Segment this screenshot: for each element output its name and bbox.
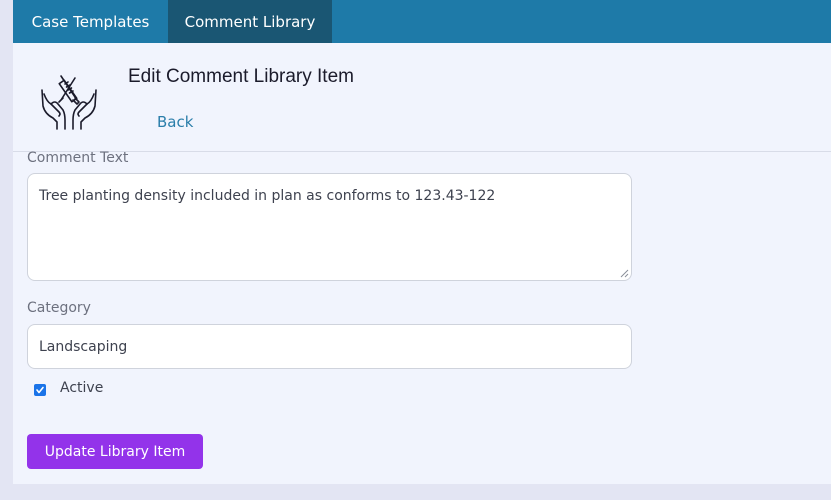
- header-divider: [13, 151, 831, 152]
- tab-case-templates[interactable]: Case Templates: [13, 0, 168, 43]
- category-value: Landscaping: [39, 338, 128, 355]
- category-label: Category: [27, 300, 91, 316]
- active-label: Active: [60, 380, 104, 396]
- app-frame: Case Templates Comment Library Edit Comm…: [13, 0, 831, 484]
- comment-text-value: Tree planting density included in plan a…: [39, 188, 496, 204]
- tab-comment-library[interactable]: Comment Library: [168, 0, 332, 43]
- comment-text-field[interactable]: Tree planting density included in plan a…: [27, 173, 632, 281]
- comment-text-label: Comment Text: [27, 150, 129, 166]
- page-title: Edit Comment Library Item: [128, 66, 354, 87]
- update-library-item-button[interactable]: Update Library Item: [27, 434, 203, 469]
- tab-bar: Case Templates Comment Library: [13, 0, 831, 43]
- resize-grip-icon[interactable]: [620, 269, 629, 278]
- hands-with-tools-icon: [41, 75, 97, 130]
- back-link[interactable]: Back: [157, 113, 193, 131]
- active-checkbox[interactable]: [34, 384, 46, 396]
- category-field[interactable]: Landscaping: [27, 324, 632, 369]
- checkmark-icon: [36, 386, 44, 394]
